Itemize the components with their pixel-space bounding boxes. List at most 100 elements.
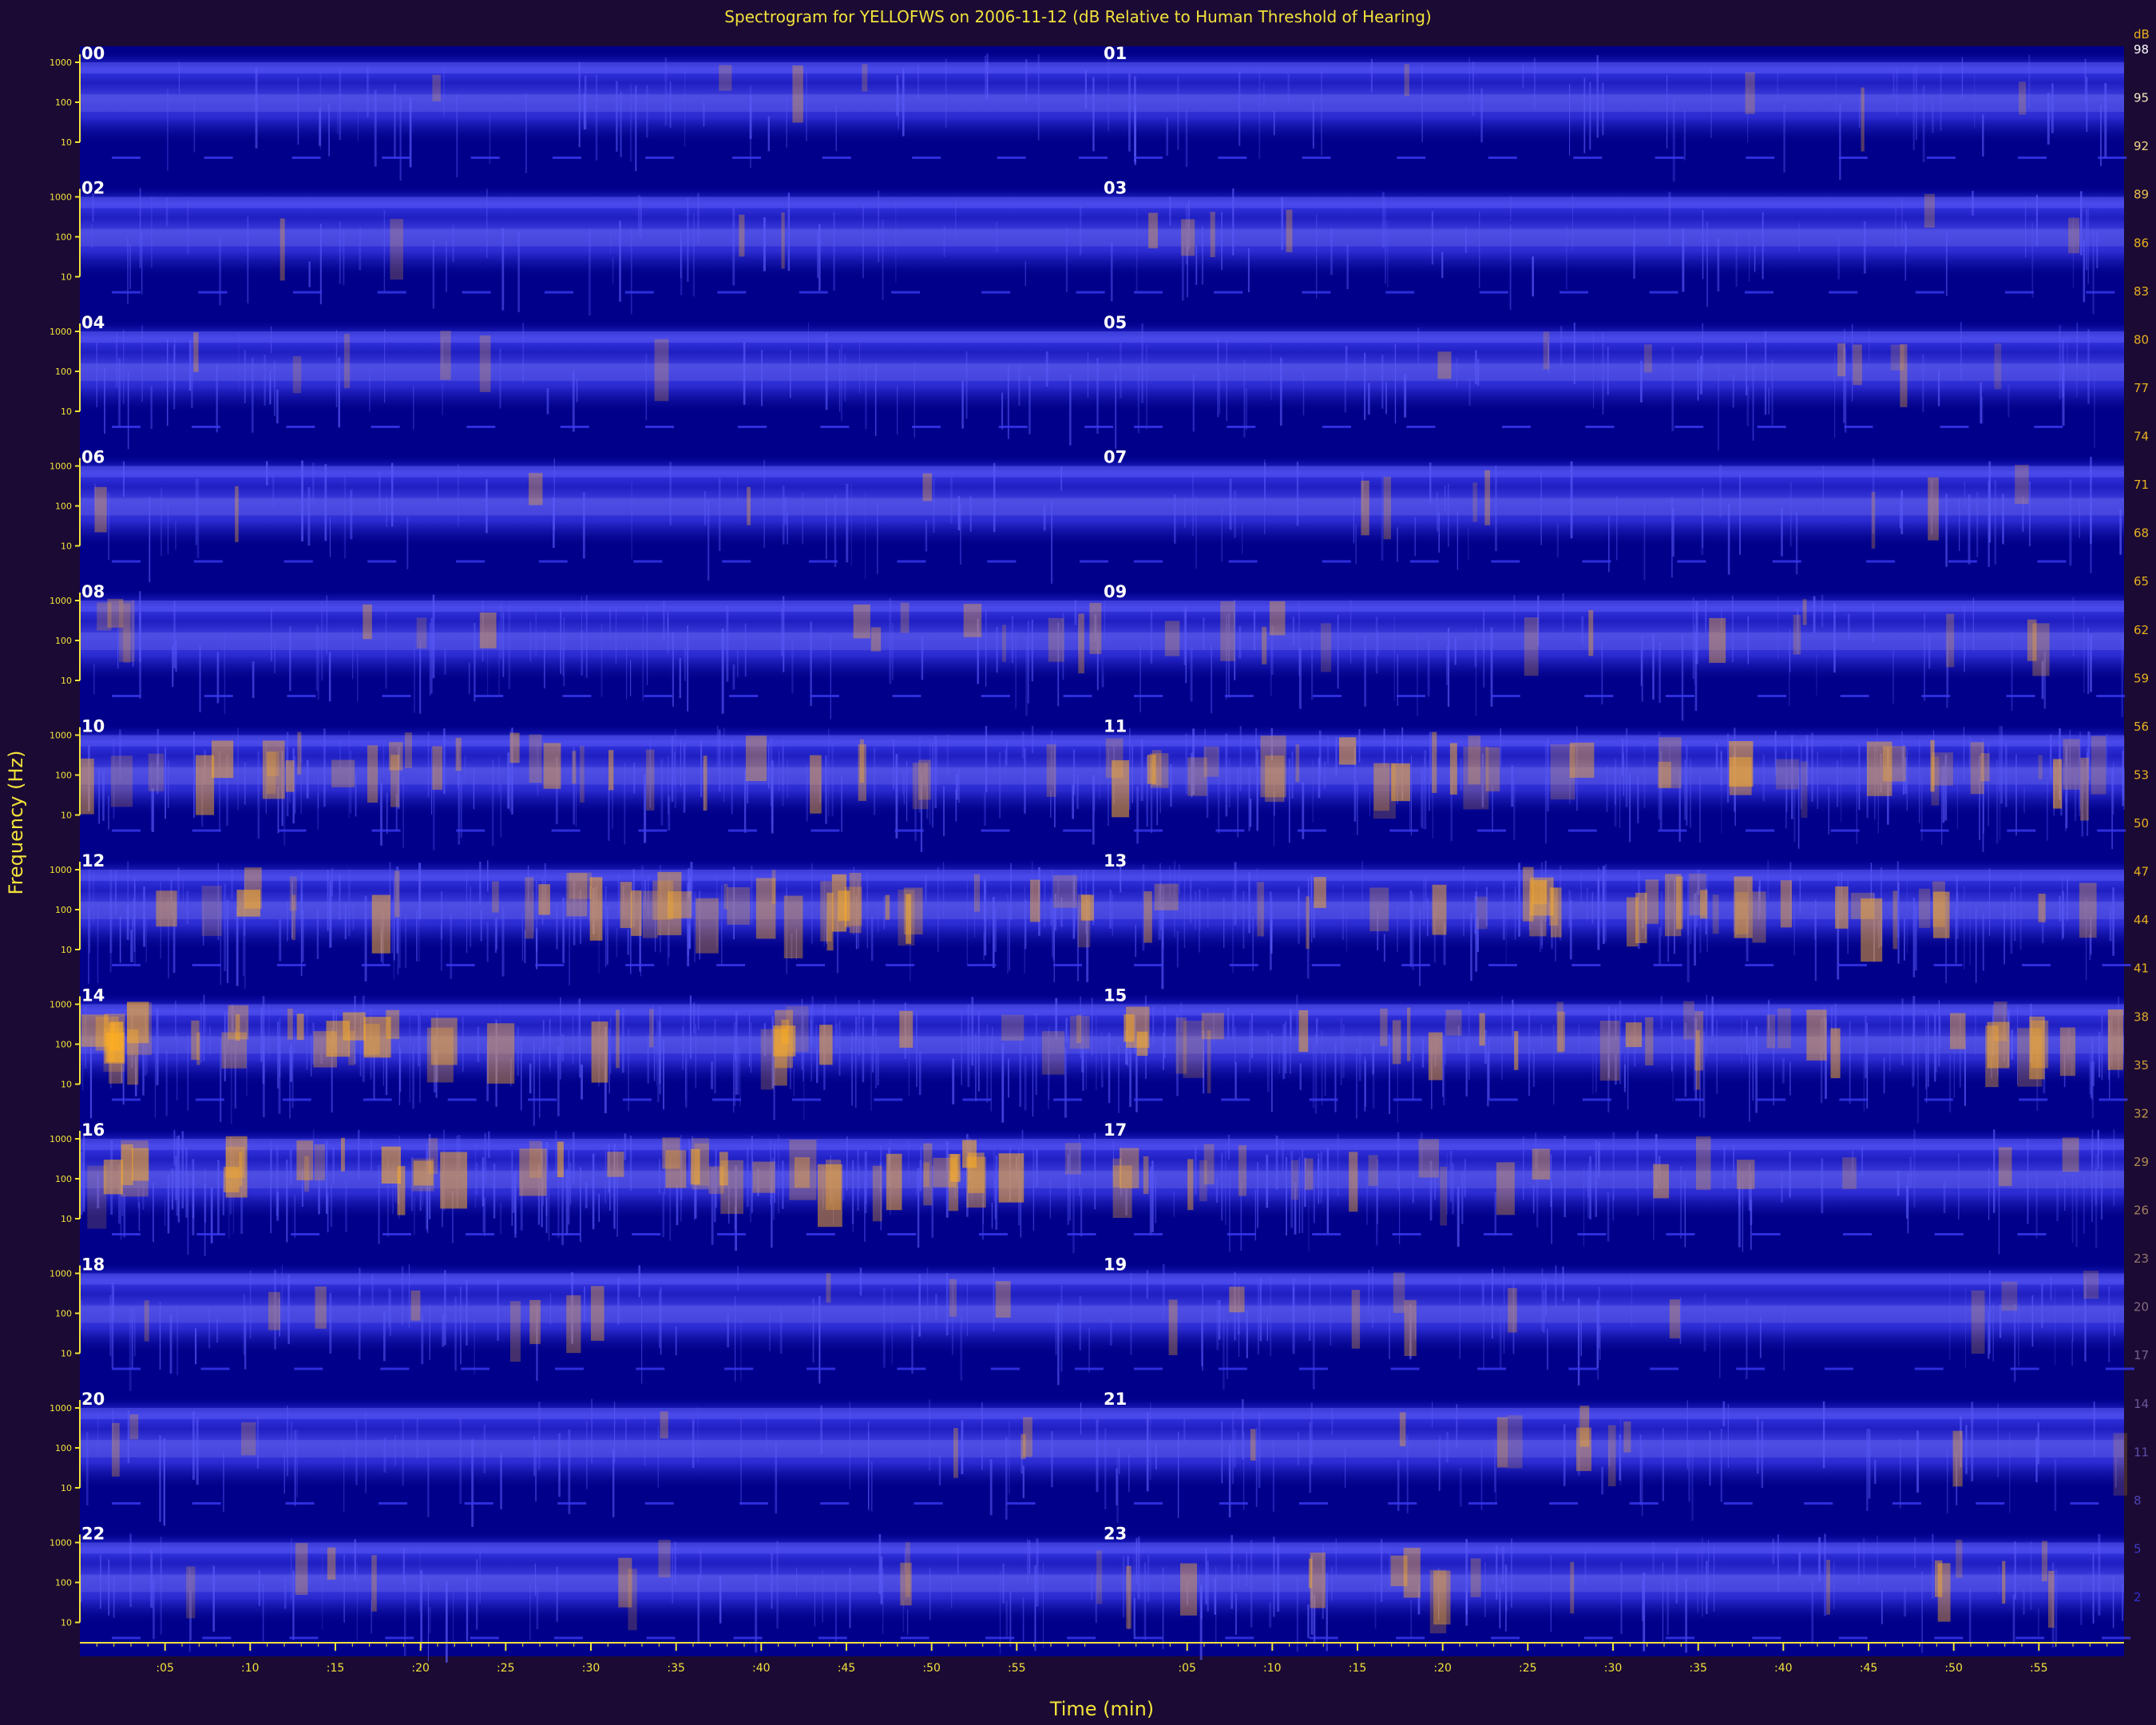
noise-streak [842,1169,845,1201]
noise-streak [646,604,648,685]
noise-streak [1217,337,1219,418]
noise-streak [793,1069,795,1096]
noise-streak [1001,1043,1005,1123]
noise-streak [1553,1025,1555,1105]
noise-streak [1010,862,1012,921]
noise-streak [175,640,177,672]
noise-streak [917,64,919,100]
noise-streak [996,221,998,253]
noise-streak [744,623,747,677]
noise-streak [1027,621,1029,704]
band-strip-upper [80,466,1102,478]
activity-blob [1734,876,1753,938]
noise-streak [289,1048,291,1119]
noise-streak [1441,252,1444,279]
activity-blob [885,894,890,920]
noise-streak [1639,1434,1642,1505]
noise-streak [454,1296,457,1371]
noise-streak [1907,1172,1909,1234]
noise-streak [364,895,367,981]
low-freq-dash [1920,829,1949,832]
activity-blob [1549,887,1559,926]
noise-streak [1052,870,1054,958]
low-freq-dash [914,1502,943,1505]
noise-streak [633,763,636,794]
noise-streak [1904,918,1905,961]
noise-streak [612,786,613,829]
noise-streak [569,1162,572,1205]
noise-streak [1337,614,1339,689]
noise-streak [1858,744,1861,811]
noise-streak [1932,101,1934,133]
noise-streak [2087,208,2089,284]
activity-blob [1627,897,1639,947]
noise-streak [2023,787,2025,814]
noise-streak [1994,480,1996,565]
noise-streak [1591,891,1594,924]
noise-streak [485,479,488,533]
noise-streak [568,1150,570,1225]
noise-streak [1060,466,1063,491]
noise-streak [1661,891,1663,937]
noise-streak [1262,81,1265,106]
noise-streak [600,623,603,697]
y-axis-label: Frequency (Hz) [5,751,27,895]
low-freq-dash [799,291,828,294]
activity-blob [1124,1014,1135,1042]
noise-streak [1948,1054,1952,1112]
noise-streak [1989,1270,1991,1354]
noise-streak [1502,880,1505,940]
noise-streak [1993,1129,1995,1213]
noise-streak [1080,1187,1083,1237]
noise-streak [1232,188,1235,256]
noise-streak [1297,1431,1299,1465]
noise-streak [1227,1007,1230,1041]
noise-streak [630,228,632,315]
noise-streak [580,1167,581,1243]
activity-blob [696,898,719,954]
noise-streak [961,1420,964,1474]
activity-blob [479,335,491,392]
freq-tick-label: 100 [55,1309,72,1319]
noise-streak [1301,1148,1304,1233]
activity-blob [432,74,441,101]
noise-streak [219,238,221,306]
noise-streak [609,1017,612,1074]
low-freq-dash [1397,695,1425,697]
activity-blob [998,1153,1024,1203]
noise-streak [279,919,282,962]
low-freq-dash [2015,1636,2045,1640]
noise-streak [1607,1192,1610,1242]
noise-streak [1072,1173,1075,1254]
noise-streak [323,759,326,795]
activity-blob [1952,1430,1963,1487]
noise-streak [874,747,876,815]
noise-streak [204,1168,206,1256]
noise-streak [1547,738,1549,811]
low-freq-dash [1390,1367,1420,1370]
noise-streak [1671,1020,1673,1072]
low-freq-dash [796,964,826,966]
noise-streak [592,1153,595,1230]
low-freq-dash [724,1367,754,1370]
noise-streak [150,386,153,430]
low-freq-dash [1225,1636,1254,1640]
noise-streak [2041,1283,2043,1328]
low-freq-dash [192,829,221,832]
noise-streak [2071,1288,2074,1342]
noise-streak [1397,906,1398,952]
activity-blob [1529,880,1547,937]
noise-streak [1383,728,1385,769]
noise-streak [1417,327,1420,364]
noise-streak [2002,494,2004,545]
activity-blob [2017,1028,2043,1087]
noise-streak [2086,208,2087,271]
noise-streak [958,768,960,803]
low-freq-dash [112,291,141,294]
activity-blob [1168,1299,1178,1355]
noise-streak [1247,248,1250,292]
low-freq-dash [822,157,851,159]
time-tick-label: :30 [582,1662,600,1675]
noise-streak [385,610,387,689]
noise-streak [195,1328,197,1365]
